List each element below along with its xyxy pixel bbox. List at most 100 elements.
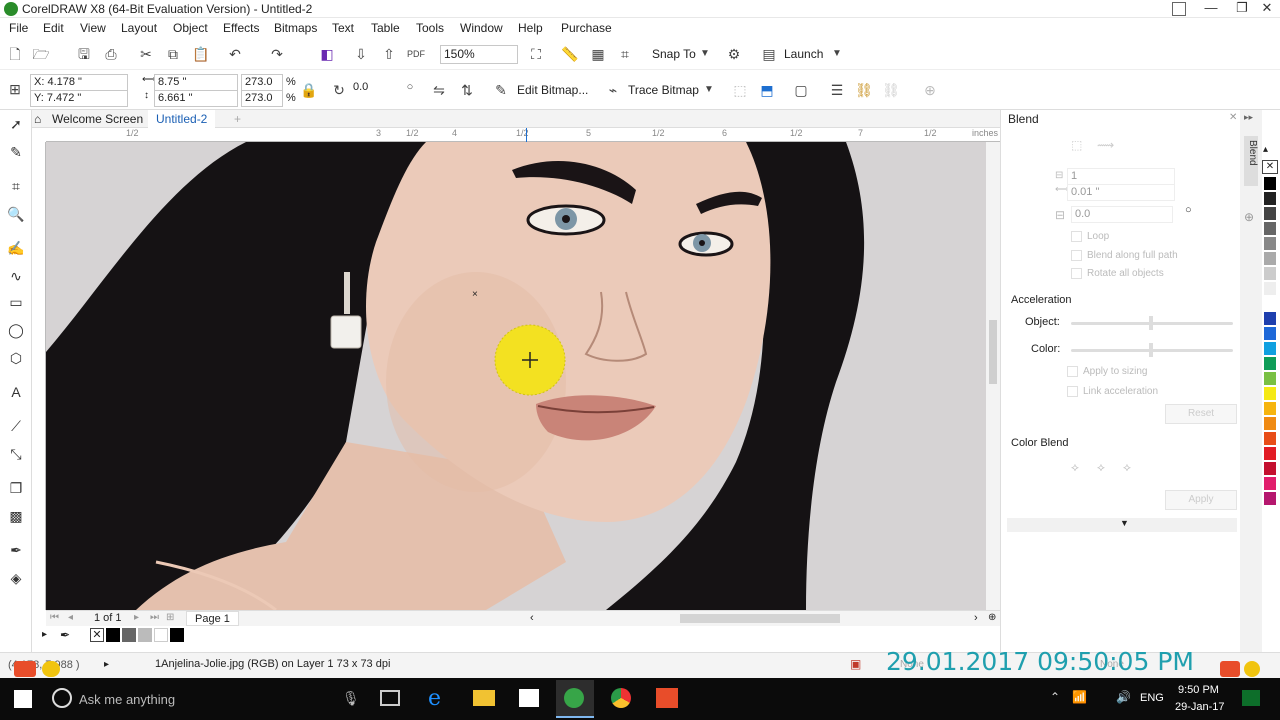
vertical-scroll-thumb[interactable]: [989, 320, 997, 384]
palette-swatch-gray[interactable]: [122, 628, 136, 642]
drop-shadow-tool-icon[interactable]: ❐: [6, 478, 26, 498]
snap-to-dropdown[interactable]: Snap To: [652, 47, 696, 61]
minimize-button[interactable]: —: [1196, 0, 1226, 18]
menu-effects[interactable]: Effects: [223, 21, 259, 35]
print-icon[interactable]: ⎙: [102, 45, 120, 63]
undo-icon[interactable]: ↶: [226, 45, 244, 63]
palette-eyedropper-icon[interactable]: ✒: [60, 628, 70, 642]
rotation-angle-field[interactable]: 0.0: [350, 80, 396, 97]
menu-table[interactable]: Table: [371, 21, 400, 35]
cut-icon[interactable]: ✂: [137, 45, 155, 63]
next-page-icon[interactable]: ▸: [134, 612, 139, 623]
options-gear-icon[interactable]: ⚙: [725, 45, 743, 63]
scroll-left-icon[interactable]: ‹: [530, 612, 534, 624]
new-document-icon[interactable]: 🗋: [6, 45, 24, 63]
palette-swatch[interactable]: [1263, 461, 1277, 476]
store-icon[interactable]: [519, 689, 539, 707]
palette-swatch[interactable]: [1263, 371, 1277, 386]
freehand-tool-icon[interactable]: ✍: [6, 238, 26, 258]
blend-side-tab[interactable]: Blend: [1244, 136, 1258, 186]
cortana-icon[interactable]: [52, 688, 72, 708]
zoom-level-select[interactable]: 150%: [440, 45, 518, 64]
x-position-field[interactable]: X: 4.178 ": [30, 74, 128, 91]
launch-dropdown[interactable]: Launch: [784, 47, 823, 61]
connector-tool-icon[interactable]: ⤡: [6, 444, 26, 464]
palette-swatch[interactable]: [1263, 356, 1277, 371]
vertical-scrollbar[interactable]: [986, 142, 1000, 610]
palette-swatch[interactable]: [1263, 491, 1277, 506]
blend-full-path-checkbox[interactable]: [1071, 250, 1082, 261]
network-icon[interactable]: 📶: [1072, 690, 1087, 704]
menu-help[interactable]: Help: [518, 21, 543, 35]
palette-swatch[interactable]: [1263, 176, 1277, 191]
blend-steps-field[interactable]: 1: [1067, 168, 1175, 185]
scroll-right-icon[interactable]: ›: [974, 612, 978, 624]
first-page-icon[interactable]: ⏮: [50, 612, 59, 623]
menu-view[interactable]: View: [80, 21, 106, 35]
palette-swatch[interactable]: [1263, 326, 1277, 341]
ellipse-tool-icon[interactable]: ◯: [6, 320, 26, 340]
palette-swatch-black[interactable]: [106, 628, 120, 642]
transparency-tool-icon[interactable]: ▩: [6, 506, 26, 526]
show-hidden-icons[interactable]: ⌃: [1050, 690, 1060, 704]
docker-pin-icon[interactable]: ▸▸: [1244, 112, 1253, 123]
palette-swatch[interactable]: [1263, 221, 1277, 236]
palette-swatch-lightgray[interactable]: [138, 628, 152, 642]
expand-chevron-down-icon[interactable]: ▼: [1120, 518, 1129, 528]
mirror-vertical-icon[interactable]: ⇅: [458, 81, 476, 99]
palette-swatch-white[interactable]: [154, 628, 168, 642]
menu-purchase[interactable]: Purchase: [561, 21, 612, 35]
palette-swatch[interactable]: [1263, 431, 1277, 446]
menu-layout[interactable]: Layout: [121, 21, 157, 35]
menu-bitmaps[interactable]: Bitmaps: [274, 21, 317, 35]
mirror-horizontal-icon[interactable]: ⇋: [430, 81, 448, 99]
lock-ratio-icon[interactable]: 🔒: [300, 81, 318, 99]
scale-x-field[interactable]: 273.0: [241, 74, 283, 91]
bitmap-image[interactable]: ×: [46, 142, 986, 610]
palette-swatch[interactable]: [1263, 296, 1277, 311]
edit-bitmap-button[interactable]: Edit Bitmap...: [517, 83, 588, 97]
prev-page-icon[interactable]: ◂: [68, 612, 73, 623]
zoom-navigator-icon[interactable]: ⊕: [988, 612, 996, 623]
clockwise-blend-icon[interactable]: ⟡: [1097, 460, 1105, 475]
rotate-icon[interactable]: ↻: [330, 81, 348, 99]
resample-icon[interactable]: ⬒: [758, 81, 776, 99]
launch-chevron-down-icon[interactable]: ▼: [828, 45, 846, 63]
color-accel-thumb[interactable]: [1149, 343, 1153, 357]
taskbar-search[interactable]: Ask me anything: [79, 692, 175, 707]
text-tool-icon[interactable]: A: [6, 382, 26, 402]
volume-icon[interactable]: 🔊: [1116, 690, 1131, 704]
link-accel-checkbox[interactable]: [1067, 386, 1078, 397]
full-screen-icon[interactable]: ⛶: [527, 45, 545, 63]
chrome-icon[interactable]: [611, 688, 631, 708]
crop-bitmap-icon[interactable]: ⬚: [731, 81, 749, 99]
menu-file[interactable]: File: [9, 21, 28, 35]
action-center-icon[interactable]: [1242, 690, 1260, 706]
menu-object[interactable]: Object: [173, 21, 208, 35]
edge-browser-icon[interactable]: e: [428, 686, 441, 711]
last-page-icon[interactable]: ⏭: [150, 612, 159, 623]
account-icon[interactable]: [1172, 2, 1186, 16]
copy-icon[interactable]: ⧉: [164, 45, 182, 63]
export-icon[interactable]: ⇧: [380, 45, 398, 63]
palette-swatch[interactable]: [1263, 191, 1277, 206]
zoom-tool-icon[interactable]: 🔍: [6, 204, 26, 224]
palette-swatch-black-2[interactable]: [170, 628, 184, 642]
apply-button[interactable]: Apply: [1165, 490, 1237, 510]
height-field[interactable]: 6.661 ": [154, 90, 238, 107]
menu-tools[interactable]: Tools: [416, 21, 444, 35]
launch-app-icon[interactable]: ▤: [760, 45, 778, 63]
unlink-bitmap-icon[interactable]: ⛓: [882, 81, 900, 99]
trace-chevron-down-icon[interactable]: ▼: [700, 81, 718, 99]
horizontal-scroll-thumb[interactable]: [680, 614, 840, 623]
artistic-media-icon[interactable]: ∿: [6, 266, 26, 286]
add-docker-icon[interactable]: ⊕: [1244, 210, 1254, 224]
palette-swatch[interactable]: [1263, 386, 1277, 401]
object-origin-icon[interactable]: ⊞: [6, 80, 24, 98]
crop-tool-icon[interactable]: ⌗: [6, 176, 26, 196]
start-button-icon[interactable]: [14, 690, 32, 708]
scale-y-field[interactable]: 273.0: [241, 90, 283, 107]
trace-bitmap-button[interactable]: Trace Bitmap: [628, 83, 699, 97]
bitmap-color-mask-icon[interactable]: ☰: [828, 81, 846, 99]
palette-swatch[interactable]: [1263, 266, 1277, 281]
